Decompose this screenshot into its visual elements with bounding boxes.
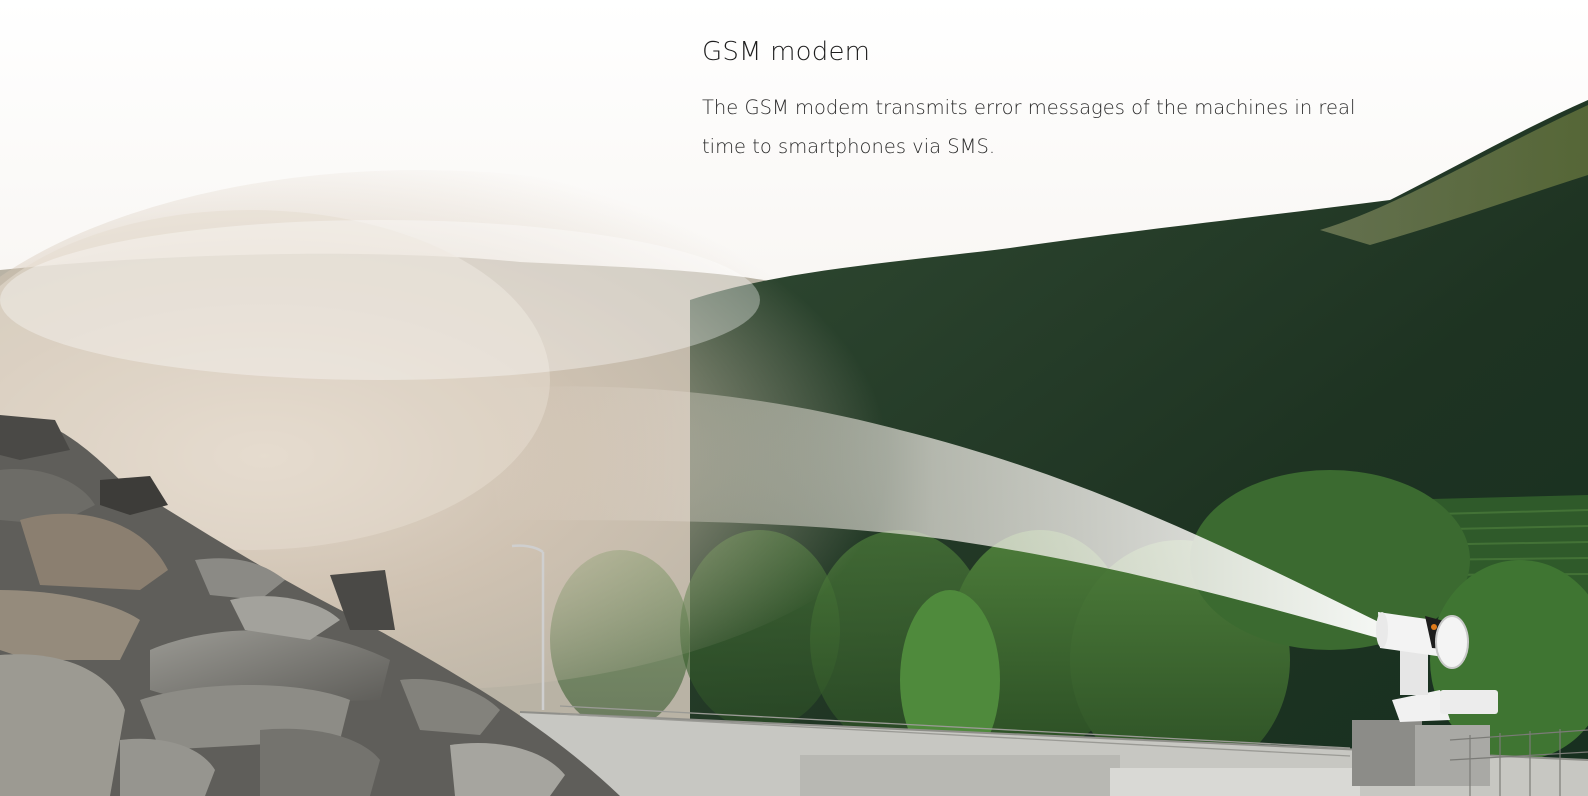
caption-title: GSM modem: [702, 37, 871, 67]
caption-block: GSM modem The GSM modem transmits error …: [702, 30, 1362, 166]
caption-body: The GSM modem transmits error messages o…: [702, 96, 1356, 158]
